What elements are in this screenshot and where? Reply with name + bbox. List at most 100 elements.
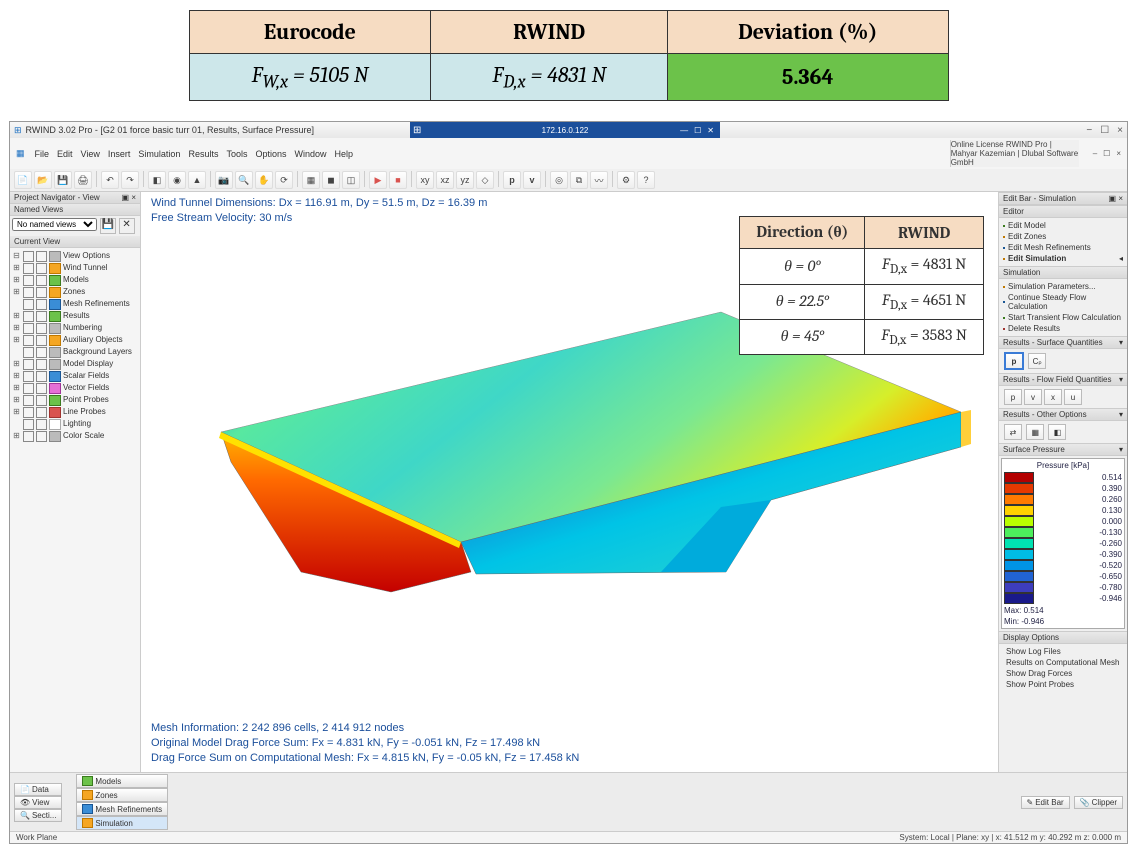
- toolbar-cube-icon[interactable]: ◧: [148, 171, 166, 189]
- toolbar-pan-icon[interactable]: ✋: [255, 171, 273, 189]
- tab-mesh-refinements[interactable]: Mesh Refinements: [76, 802, 168, 816]
- editbar-collapse-icon[interactable]: ▣ ×: [1109, 194, 1123, 203]
- tree-item[interactable]: ⊞Results: [12, 310, 138, 322]
- surfq-cp-button[interactable]: Cₚ: [1028, 353, 1046, 369]
- toolbar-iso-icon[interactable]: ◇: [476, 171, 494, 189]
- tab-view[interactable]: 👁View: [14, 796, 62, 809]
- toolbar-p-icon[interactable]: p: [503, 171, 521, 189]
- doc-close-button[interactable]: ×: [1116, 149, 1121, 158]
- menu-view[interactable]: View: [81, 149, 100, 159]
- named-views-del-icon[interactable]: ✕: [119, 218, 135, 234]
- toolbar-camera-icon[interactable]: 📷: [215, 171, 233, 189]
- tree-item[interactable]: Mesh Refinements: [12, 298, 138, 310]
- rd-pin-icon[interactable]: ⊞: [413, 125, 421, 136]
- tree-item[interactable]: ⊞Color Scale: [12, 430, 138, 442]
- doc-maximize-button[interactable]: ☐: [1103, 149, 1110, 158]
- toolbar-open-icon[interactable]: 📂: [34, 171, 52, 189]
- tab-simulation[interactable]: Simulation: [76, 816, 168, 830]
- menu-simulation[interactable]: Simulation: [138, 149, 180, 159]
- simulation-item[interactable]: Simulation Parameters...: [1003, 281, 1123, 292]
- menu-edit[interactable]: Edit: [57, 149, 73, 159]
- surfq-p-button[interactable]: p: [1004, 352, 1024, 370]
- tab-data[interactable]: 📄Data: [14, 783, 62, 796]
- other-btn-1[interactable]: ⇄: [1004, 424, 1022, 440]
- toolbar-save-icon[interactable]: 💾: [54, 171, 72, 189]
- rd-maximize-button[interactable]: ☐: [694, 126, 701, 135]
- menu-results[interactable]: Results: [188, 149, 218, 159]
- toolbar-slice-icon[interactable]: ⧉: [570, 171, 588, 189]
- simulation-item[interactable]: Delete Results: [1003, 323, 1123, 334]
- menu-file[interactable]: File: [35, 149, 50, 159]
- toolbar-help-icon[interactable]: ?: [637, 171, 655, 189]
- editor-item[interactable]: Edit Mesh Refinements: [1003, 242, 1123, 253]
- app-minimize-button[interactable]: −: [1086, 125, 1092, 136]
- app-close-button[interactable]: ×: [1117, 125, 1123, 136]
- toolbar-xy-icon[interactable]: xy: [416, 171, 434, 189]
- tab-secti-[interactable]: 🔍Secti...: [14, 809, 62, 822]
- menu-tools[interactable]: Tools: [226, 149, 247, 159]
- toolbar-print-icon[interactable]: 🖨: [74, 171, 92, 189]
- editor-item[interactable]: Edit Simulation◂: [1003, 253, 1123, 264]
- menu-window[interactable]: Window: [295, 149, 327, 159]
- tree-item[interactable]: ⊞Vector Fields: [12, 382, 138, 394]
- toolbar-stream-icon[interactable]: 〰: [590, 171, 608, 189]
- tab-models[interactable]: Models: [76, 774, 168, 788]
- toolbar-undo-icon[interactable]: ↶: [101, 171, 119, 189]
- simulation-item[interactable]: Start Transient Flow Calculation: [1003, 312, 1123, 323]
- display-option[interactable]: Results on Computational Mesh: [1003, 657, 1123, 668]
- view-tree[interactable]: ⊟View Options⊞Wind Tunnel⊞Models⊞ZonesMe…: [10, 248, 140, 772]
- editor-item[interactable]: Edit Model: [1003, 220, 1123, 231]
- editor-item[interactable]: Edit Zones: [1003, 231, 1123, 242]
- display-option[interactable]: Show Point Probes: [1003, 679, 1123, 690]
- toolbar-sphere-icon[interactable]: ◉: [168, 171, 186, 189]
- nav-collapse-icon[interactable]: ▣ ×: [122, 193, 136, 202]
- display-option[interactable]: Show Log Files: [1003, 646, 1123, 657]
- toolbar-redo-icon[interactable]: ↷: [121, 171, 139, 189]
- toolbar-yz-icon[interactable]: yz: [456, 171, 474, 189]
- tree-item[interactable]: ⊞Scalar Fields: [12, 370, 138, 382]
- tree-item[interactable]: ⊞Model Display: [12, 358, 138, 370]
- rd-close-button[interactable]: ✕: [707, 126, 714, 135]
- flowq-p-button[interactable]: p: [1004, 389, 1022, 405]
- tab-zones[interactable]: Zones: [76, 788, 168, 802]
- rd-minimize-button[interactable]: —: [680, 126, 688, 135]
- toolbar-run-icon[interactable]: ▶: [369, 171, 387, 189]
- toolbar-rotate-icon[interactable]: ⟳: [275, 171, 293, 189]
- named-views-select[interactable]: No named views: [12, 218, 97, 231]
- other-btn-3[interactable]: ◧: [1048, 424, 1066, 440]
- tree-item[interactable]: ⊞Models: [12, 274, 138, 286]
- tree-item[interactable]: Background Layers: [12, 346, 138, 358]
- tree-item[interactable]: ⊞Line Probes: [12, 406, 138, 418]
- flowq-x-button[interactable]: x: [1044, 389, 1062, 405]
- toolbar-mesh-icon[interactable]: ◫: [342, 171, 360, 189]
- named-views-save-icon[interactable]: 💾: [100, 218, 116, 234]
- display-option[interactable]: Show Drag Forces: [1003, 668, 1123, 679]
- other-btn-2[interactable]: ▦: [1026, 424, 1044, 440]
- menu-insert[interactable]: Insert: [108, 149, 131, 159]
- toolbar-v-icon[interactable]: v: [523, 171, 541, 189]
- tree-item[interactable]: ⊞Wind Tunnel: [12, 262, 138, 274]
- flowq-v-button[interactable]: v: [1024, 389, 1042, 405]
- toolbar-zoom-icon[interactable]: 🔍: [235, 171, 253, 189]
- toolbar-stop-icon[interactable]: ■: [389, 171, 407, 189]
- flowq-u-button[interactable]: u: [1064, 389, 1082, 405]
- tree-item[interactable]: ⊞Auxiliary Objects: [12, 334, 138, 346]
- tab-clipper[interactable]: 📎Clipper: [1074, 796, 1123, 809]
- app-maximize-button[interactable]: ☐: [1100, 125, 1109, 136]
- toolbar-shade-icon[interactable]: ◼: [322, 171, 340, 189]
- tree-item[interactable]: ⊞Zones: [12, 286, 138, 298]
- toolbar-wire-icon[interactable]: ▦: [302, 171, 320, 189]
- toolbar-new-icon[interactable]: 📄: [14, 171, 32, 189]
- tree-item[interactable]: Lighting: [12, 418, 138, 430]
- menu-help[interactable]: Help: [335, 149, 354, 159]
- tree-item[interactable]: ⊟View Options: [12, 250, 138, 262]
- tab-edit-bar[interactable]: ✎Edit Bar: [1021, 796, 1070, 809]
- tree-item[interactable]: ⊞Point Probes: [12, 394, 138, 406]
- toolbar-probe-icon[interactable]: ◎: [550, 171, 568, 189]
- menu-options[interactable]: Options: [255, 149, 286, 159]
- toolbar-settings-icon[interactable]: ⚙: [617, 171, 635, 189]
- toolbar-xz-icon[interactable]: xz: [436, 171, 454, 189]
- canvas-3d-view[interactable]: Wind Tunnel Dimensions: Dx = 116.91 m, D…: [141, 192, 998, 772]
- tree-item[interactable]: ⊞Numbering: [12, 322, 138, 334]
- toolbar-cone-icon[interactable]: ▲: [188, 171, 206, 189]
